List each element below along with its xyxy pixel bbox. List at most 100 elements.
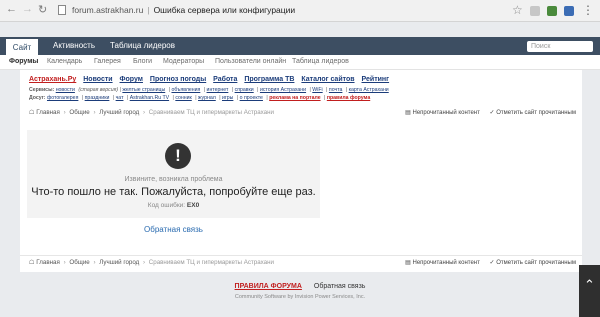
service-link[interactable]: WiFi xyxy=(312,87,322,93)
subnav-moderators[interactable]: Модераторы xyxy=(163,58,204,65)
subnav-forums[interactable]: Форумы xyxy=(9,58,38,65)
leisure-link[interactable]: журнал xyxy=(198,95,216,101)
service-link[interactable]: новости xyxy=(56,87,75,93)
footer-links: ПРАВИЛА ФОРУМА Обратная связь xyxy=(0,283,600,290)
copyright[interactable]: Community Software by Invision Power Ser… xyxy=(0,294,600,300)
footer-feedback-link[interactable]: Обратная связь xyxy=(314,283,366,290)
portal-link[interactable]: Работа xyxy=(213,76,237,83)
leisure-link[interactable]: о проекте xyxy=(240,95,263,101)
breadcrumb-actions-bottom: ▤ Непрочитанный контент ✓ Отметить сайт … xyxy=(397,259,576,266)
unread-icon: ▤ xyxy=(405,110,411,116)
leisure-label: Досуг: xyxy=(29,95,46,101)
leisure-link[interactable]: фотогалерея xyxy=(47,95,78,101)
portal-link[interactable]: Новости xyxy=(83,76,112,83)
portal-link[interactable]: Астрахань.Ру xyxy=(29,76,76,83)
unread-content-link[interactable]: ▤ Непрочитанный контент xyxy=(405,260,480,266)
forward-arrow-icon[interactable]: → xyxy=(22,3,33,15)
service-link[interactable]: интернет xyxy=(207,87,229,93)
chevron-up-icon: ⌃ xyxy=(584,277,595,292)
home-icon: ☖ xyxy=(29,109,35,116)
portal-link[interactable]: Рейтинг xyxy=(362,76,390,83)
exclamation-icon: ! xyxy=(165,143,191,169)
service-link[interactable]: карта Астрахани xyxy=(349,87,389,93)
mark-read-label: Отметить сайт прочитанным xyxy=(496,260,576,266)
extension-icon[interactable] xyxy=(564,6,574,16)
content-panel: Астрахань.Ру Новости Форум Прогноз погод… xyxy=(20,70,582,272)
portal-link[interactable]: Программа ТВ xyxy=(244,76,294,83)
chevron-right-icon: › xyxy=(142,109,146,116)
breadcrumb-current: Сравниваем ТЦ и гипермаркеты Астрахани xyxy=(148,259,274,266)
unread-content-label: Непрочитанный контент xyxy=(412,260,480,266)
mark-read-link[interactable]: ✓ Отметить сайт прочитанным xyxy=(490,260,576,266)
mark-read-link[interactable]: ✓ Отметить сайт прочитанным xyxy=(490,110,576,116)
chevron-right-icon: › xyxy=(93,109,96,116)
leisure-row: Досуг: фотогалерея | праздники | чат | A… xyxy=(29,95,371,101)
back-arrow-icon[interactable]: ← xyxy=(6,3,17,15)
breadcrumb-item[interactable]: Лучший город xyxy=(99,259,139,266)
leisure-link[interactable]: игры xyxy=(222,95,233,101)
error-subtitle: Извините, возникла проблема xyxy=(124,176,223,183)
secondary-nav: Форумы Календарь Галерея Блоги Модератор… xyxy=(0,55,600,70)
subnav-calendar[interactable]: Календарь xyxy=(47,58,82,65)
unread-icon: ▤ xyxy=(405,260,411,266)
portal-links: Астрахань.Ру Новости Форум Прогноз погод… xyxy=(29,76,394,83)
check-icon: ✓ xyxy=(489,260,495,266)
service-link[interactable]: справки xyxy=(235,87,254,93)
error-code: Код ошибки: EX0 xyxy=(27,202,320,209)
services-label: Сервисы: xyxy=(29,87,55,93)
portal-link[interactable]: Каталог сайтов xyxy=(301,76,354,83)
service-note: (старая версия) xyxy=(78,87,119,93)
service-link[interactable]: желтые страницы xyxy=(122,87,165,93)
breadcrumb-home[interactable]: Главная xyxy=(36,259,60,266)
leisure-link[interactable]: Astrakhan.Ru TV xyxy=(130,95,169,101)
breadcrumb-item[interactable]: Лучший город xyxy=(99,109,139,116)
extension-icon[interactable] xyxy=(530,6,540,16)
breadcrumb-current: Сравниваем ТЦ и гипермаркеты Астрахани xyxy=(148,109,274,116)
site-topbar: Сайт Активность Таблица лидеров Поиск xyxy=(0,37,600,55)
service-link[interactable]: история Астрахани xyxy=(260,87,306,93)
subnav-leaderboard[interactable]: Таблица лидеров xyxy=(292,58,349,65)
forum-rules-footer-link[interactable]: ПРАВИЛА ФОРУМА xyxy=(235,283,302,290)
forum-rules-link[interactable]: правила форума xyxy=(327,95,370,101)
breadcrumb-item[interactable]: Общие xyxy=(69,109,89,116)
service-link[interactable]: объявления xyxy=(171,87,200,93)
breadcrumb-actions: ▤ Непрочитанный контент ✓ Отметить сайт … xyxy=(397,109,576,116)
service-link[interactable]: почта xyxy=(329,87,343,93)
chevron-right-icon: › xyxy=(142,259,146,266)
browser-toolbar: ← → ↻ forum.astrakhan.ru | Ошибка сервера … xyxy=(0,0,600,22)
tab-site[interactable]: Сайт xyxy=(6,37,38,55)
mark-read-label: Отметить сайт прочитанным xyxy=(496,110,576,116)
breadcrumb-bottom: ☖ Главная › Общие › Лучший город › Сравн… xyxy=(29,259,274,266)
breadcrumb-item[interactable]: Общие xyxy=(69,259,89,266)
url-separator: | xyxy=(147,5,150,15)
feedback-link[interactable]: Обратная связь xyxy=(20,225,327,234)
services-row: Сервисы: новости (старая версия) | желты… xyxy=(29,87,389,93)
unread-content-label: Непрочитанный контент xyxy=(412,110,480,116)
subnav-blogs[interactable]: Блоги xyxy=(133,58,152,65)
subnav-gallery[interactable]: Галерея xyxy=(94,58,121,65)
browser-menu-icon[interactable]: ⋮ xyxy=(582,3,594,17)
url-text: forum.astrakhan.ru xyxy=(72,5,144,15)
portal-link[interactable]: Прогноз погоды xyxy=(150,76,206,83)
leisure-link[interactable]: сонник xyxy=(175,95,191,101)
leisure-link[interactable]: праздники xyxy=(85,95,110,101)
reload-icon[interactable]: ↻ xyxy=(38,3,47,16)
tab-activity[interactable]: Активность xyxy=(53,37,95,55)
error-code-label: Код ошибки: xyxy=(147,202,186,209)
unread-content-link[interactable]: ▤ Непрочитанный контент xyxy=(405,110,480,116)
tab-leaderboard[interactable]: Таблица лидеров xyxy=(110,37,175,55)
breadcrumb: ☖ Главная › Общие › Лучший город › Сравн… xyxy=(29,109,274,116)
bookmark-star-icon[interactable]: ☆ xyxy=(512,3,523,17)
portal-link[interactable]: Форум xyxy=(120,76,143,83)
divider xyxy=(20,255,582,256)
leisure-link[interactable]: чат xyxy=(116,95,124,101)
ads-link[interactable]: реклама на портале xyxy=(269,95,320,101)
chevron-right-icon: › xyxy=(63,109,66,116)
search-input[interactable]: Поиск xyxy=(527,41,593,52)
breadcrumb-home[interactable]: Главная xyxy=(36,109,60,116)
address-bar[interactable]: forum.astrakhan.ru | Ошибка сервера или ко… xyxy=(72,5,295,15)
scroll-to-top-button[interactable]: ⌃ xyxy=(579,265,600,317)
chevron-right-icon: › xyxy=(93,259,96,266)
subnav-online-users[interactable]: Пользователи онлайн xyxy=(215,58,286,65)
extension-icon[interactable] xyxy=(547,6,557,16)
